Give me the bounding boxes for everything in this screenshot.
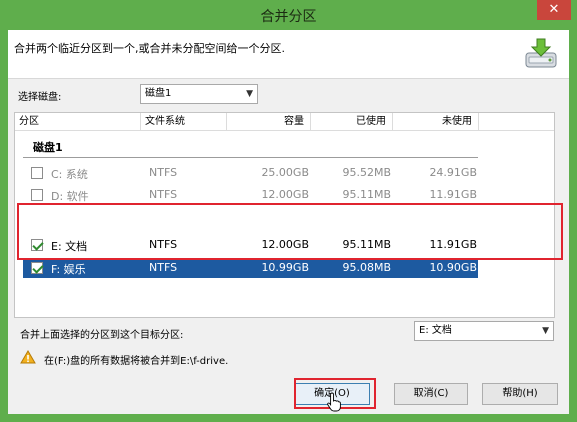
column-header-free[interactable]: 未使用 [393, 113, 479, 131]
disk-dropdown-value: 磁盘1 [145, 88, 172, 99]
group-divider [23, 157, 478, 158]
partition-used: 95.11MB [342, 188, 391, 201]
column-header-used[interactable]: 已使用 [311, 113, 393, 131]
help-button[interactable]: 帮助(H) [482, 383, 558, 405]
close-button[interactable]: ✕ [537, 0, 571, 20]
column-header-partition[interactable]: 分区 [15, 113, 141, 131]
column-header-capacity[interactable]: 容量 [227, 113, 311, 131]
partition-filesystem: NTFS [149, 166, 178, 179]
cancel-button[interactable]: 取消(C) [394, 383, 468, 405]
partition-row-d[interactable]: D: 软件 NTFS 12.00GB 95.11MB 11.91GB [23, 185, 478, 205]
title-bar[interactable]: 合并分区 ✕ [0, 0, 577, 30]
partition-row-f[interactable]: F: 娱乐 NTFS 10.99GB 95.08MB 10.90GB [23, 258, 478, 278]
partition-row-c[interactable]: C: 系统 NTFS 25.00GB 95.52MB 24.91GB [23, 163, 478, 183]
target-partition-label: 合并上面选择的分区到这个目标分区: [20, 330, 184, 341]
table-header: 分区 文件系统 容量 已使用 未使用 [15, 113, 554, 131]
partition-used: 95.52MB [342, 166, 391, 179]
merge-partition-dialog: 合并分区 ✕ 合并两个临近分区到一个,或合并未分配空间给一个分区. 选择磁盘: … [0, 0, 577, 422]
header-panel: 合并两个临近分区到一个,或合并未分配空间给一个分区. [8, 30, 569, 79]
instruction-text: 合并两个临近分区到一个,或合并未分配空间给一个分区. [14, 42, 285, 55]
hand-cursor-icon [327, 392, 341, 412]
disk-dropdown[interactable]: 磁盘1 ▼ [140, 84, 258, 104]
partition-free: 24.91GB [429, 166, 477, 179]
chevron-down-icon: ▼ [542, 326, 549, 336]
partition-checkbox[interactable] [31, 189, 43, 201]
partition-name: D: 软件 [51, 190, 89, 203]
partition-capacity: 12.00GB [261, 188, 309, 201]
disk-group-label: 磁盘1 [33, 141, 63, 154]
highlighted-partitions-frame [17, 203, 563, 260]
partition-name: C: 系统 [51, 168, 88, 181]
partition-free: 10.90GB [429, 261, 477, 274]
partition-filesystem: NTFS [149, 261, 178, 274]
target-partition-dropdown[interactable]: E: 文档 ▼ [414, 321, 554, 341]
partition-filesystem: NTFS [149, 188, 178, 201]
partition-free: 11.91GB [429, 188, 477, 201]
merge-disk-icon [525, 38, 557, 68]
partition-name: F: 娱乐 [51, 263, 86, 276]
warning-icon [20, 350, 36, 364]
column-header-filesystem[interactable]: 文件系统 [141, 113, 227, 131]
partition-capacity: 10.99GB [261, 261, 309, 274]
select-disk-label: 选择磁盘: [18, 92, 62, 103]
partition-checkbox[interactable] [31, 262, 43, 274]
partition-capacity: 25.00GB [261, 166, 309, 179]
target-partition-value: E: 文档 [419, 325, 452, 336]
warning-text: 在(F:)盘的所有数据将被合并到E:\f-drive. [44, 356, 229, 367]
window-title: 合并分区 [260, 9, 317, 25]
partition-used: 95.08MB [342, 261, 391, 274]
chevron-down-icon: ▼ [246, 89, 253, 99]
partition-checkbox[interactable] [31, 167, 43, 179]
